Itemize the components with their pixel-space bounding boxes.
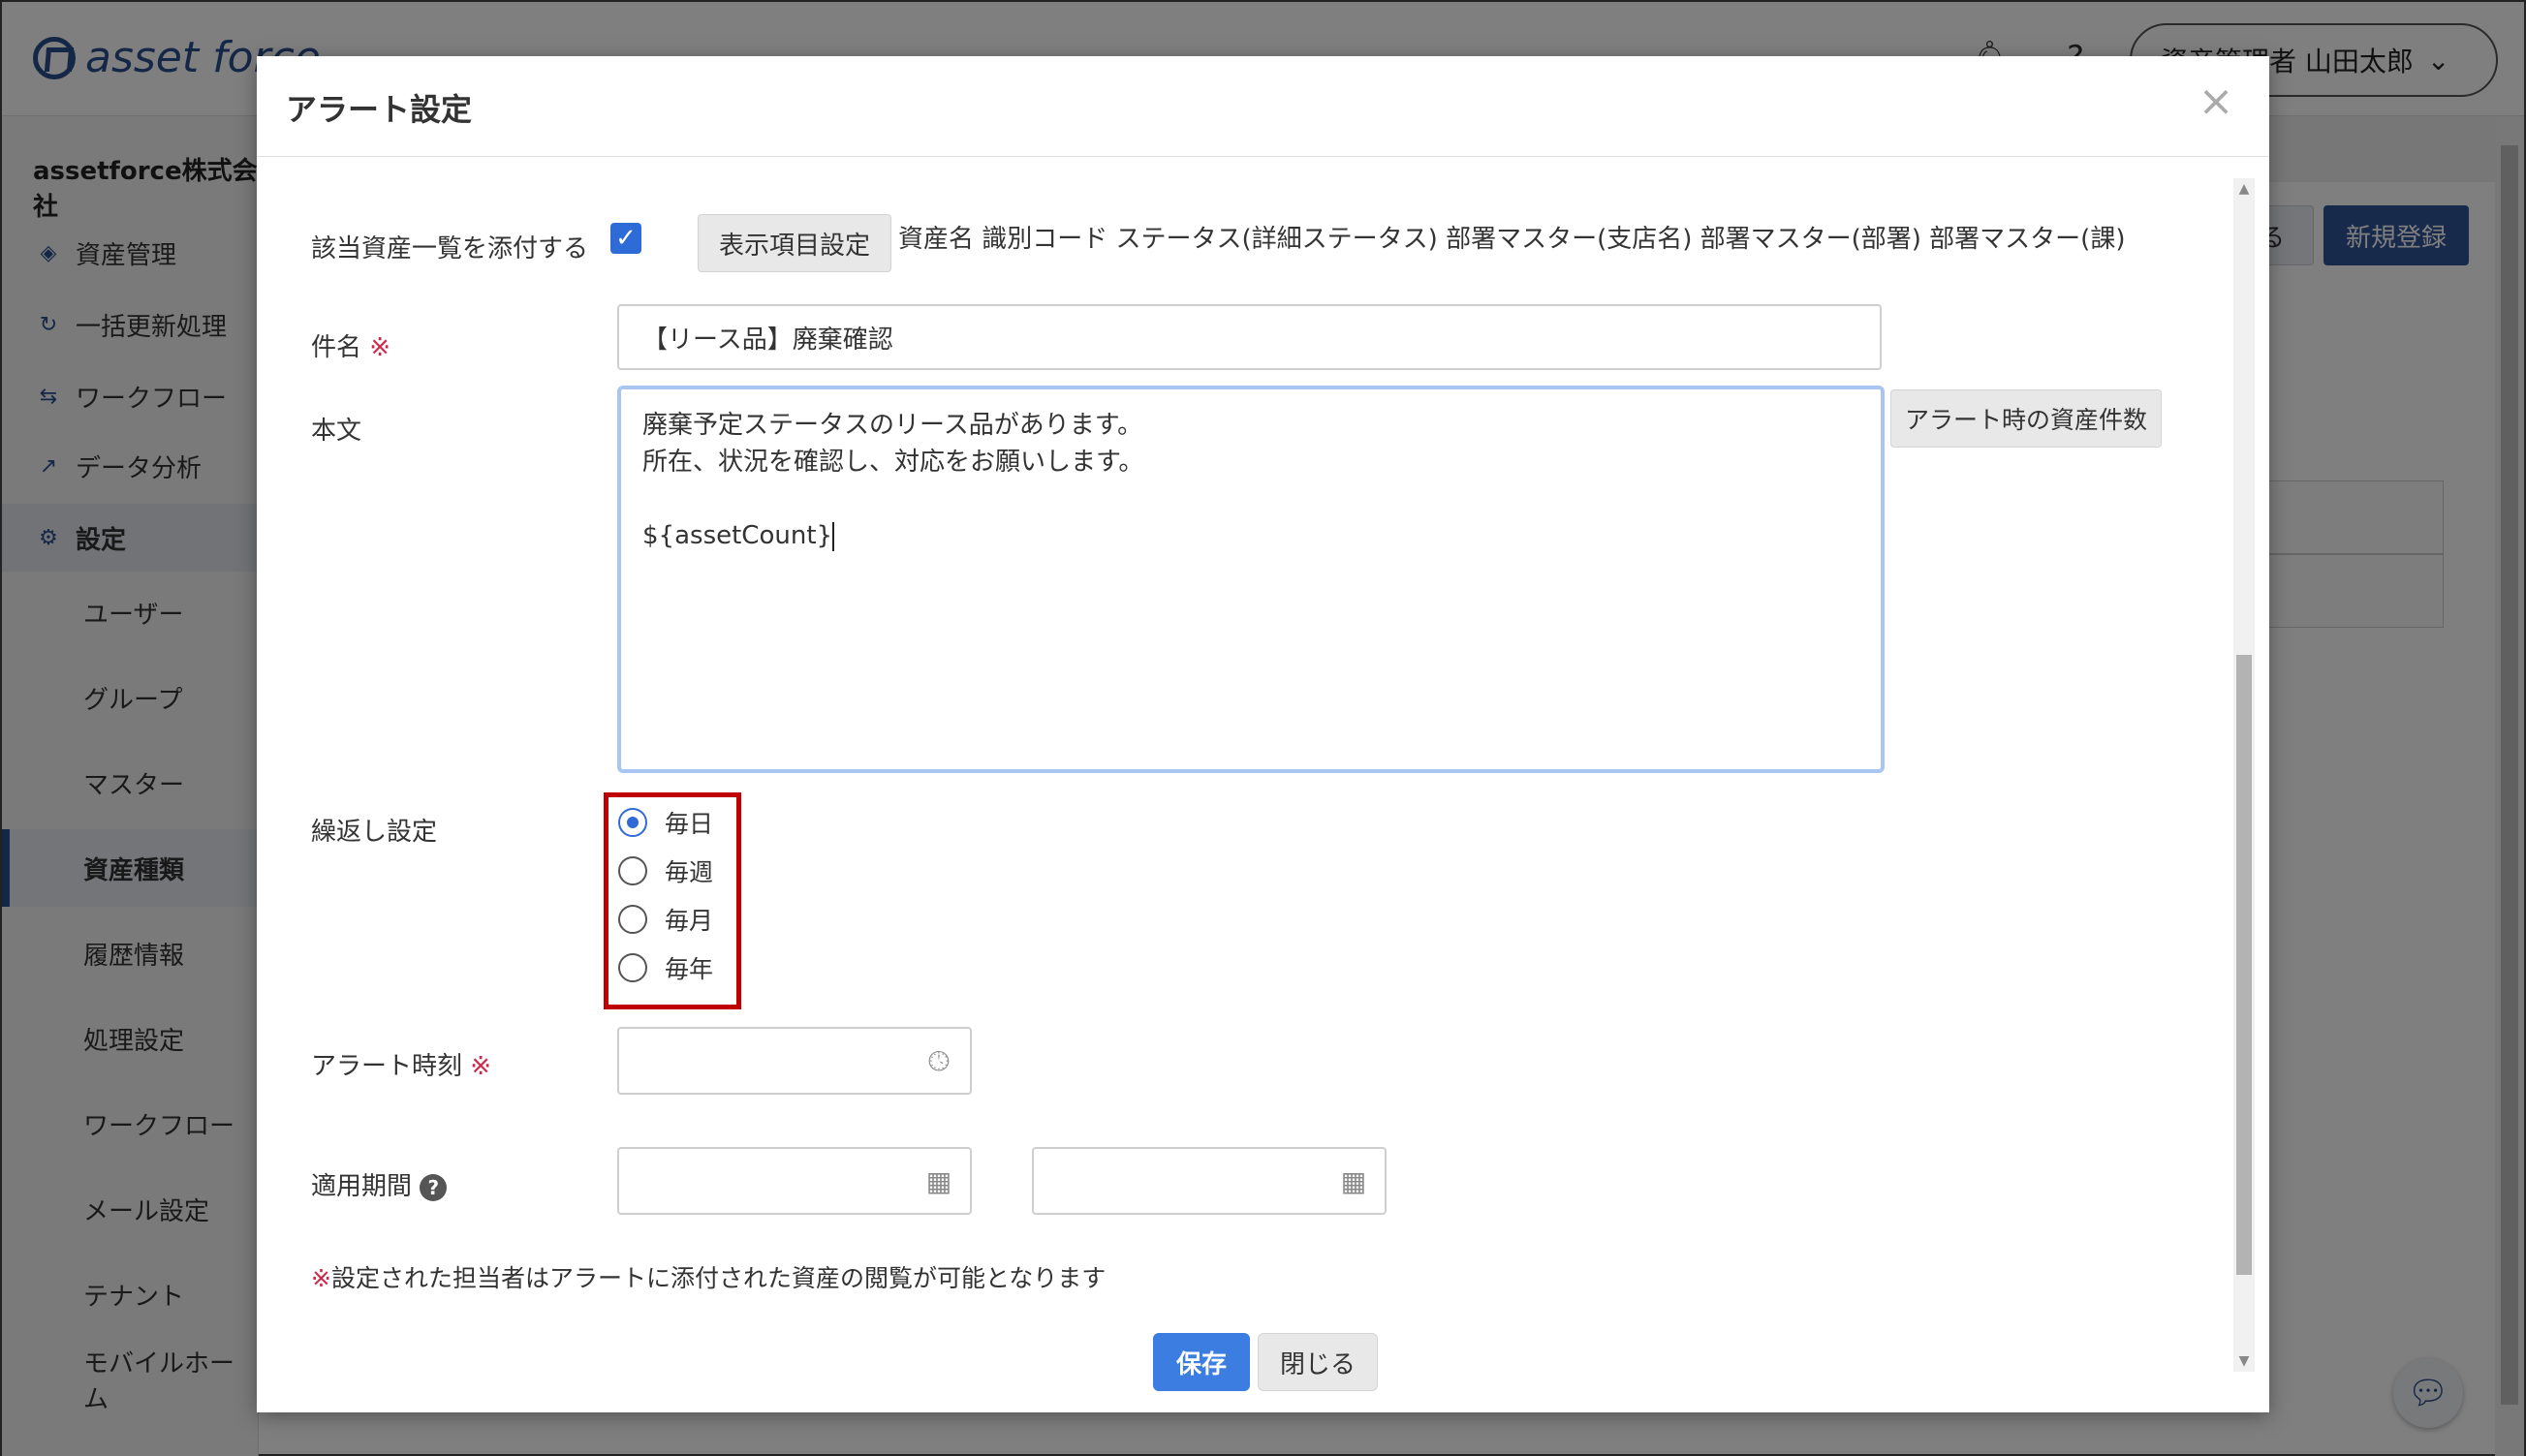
radio-button[interactable]	[618, 856, 647, 885]
subject-label: 件名 ※	[311, 327, 390, 363]
save-button[interactable]: 保存	[1153, 1333, 1250, 1391]
help-icon[interactable]: ?	[420, 1173, 448, 1201]
alert-settings-dialog: アラート設定 × 該当資産一覧を添付する ✓ 表示項目設定 資産名 識別コード …	[257, 56, 2269, 1412]
repeat-radio-group: 毎日 毎週 毎月 毎年	[604, 792, 741, 1009]
repeat-label: 繰返し設定	[311, 818, 438, 847]
repeat-option-monthly[interactable]: 毎月	[618, 902, 713, 937]
scroll-up-icon[interactable]: ▲	[2233, 178, 2255, 200]
dialog-header: アラート設定 ×	[257, 56, 2269, 157]
calendar-icon[interactable]: ▦	[1338, 1166, 1369, 1197]
note-text: 設定された担当者はアラートに添付された資産の閲覧が可能となります	[330, 1264, 1107, 1292]
repeat-option-daily[interactable]: 毎日	[618, 805, 713, 840]
radio-label: 毎日	[665, 810, 714, 838]
required-mark: ※	[369, 333, 391, 362]
close-icon[interactable]: ×	[2192, 77, 2240, 126]
display-items-list: 資産名 識別コード ステータス(詳細ステータス) 部署マスター(支店名) 部署マ…	[898, 225, 2126, 254]
dialog-scrollbar[interactable]: ▲ ▼	[2233, 178, 2255, 1372]
radio-label: 毎年	[665, 955, 714, 983]
dialog-title: アラート設定	[286, 91, 473, 128]
radio-button[interactable]	[618, 905, 647, 934]
radio-button[interactable]	[618, 808, 647, 837]
alert-time-input[interactable]: 🕓︎	[617, 1027, 972, 1095]
body-line: 所在、状況を確認し、対応をお願いします。	[642, 448, 1144, 477]
calendar-icon[interactable]: ▦	[923, 1166, 954, 1197]
radio-button[interactable]	[618, 953, 647, 982]
clock-icon[interactable]: 🕓︎	[923, 1046, 954, 1077]
body-line: 廃棄予定ステータスのリース品があります。	[642, 411, 1143, 440]
insert-asset-count-button[interactable]: アラート時の資産件数	[1890, 389, 2162, 448]
body-label: 本文	[311, 417, 362, 446]
alert-time-label: アラート時刻 ※	[311, 1046, 491, 1082]
scrollbar-thumb[interactable]	[2236, 655, 2252, 1275]
body-line: ${assetCount}	[642, 521, 833, 550]
display-items-settings-button[interactable]: 表示項目設定	[698, 214, 891, 272]
radio-label: 毎週	[665, 858, 714, 886]
subject-label-text: 件名	[311, 333, 362, 362]
period-start-input[interactable]: ▦	[617, 1147, 972, 1215]
scroll-down-icon[interactable]: ▼	[2233, 1350, 2255, 1372]
period-label: 適用期間 ?	[311, 1166, 448, 1202]
subject-input[interactable]: 【リース品】廃棄確認	[617, 304, 1882, 370]
period-label-text: 適用期間	[311, 1172, 413, 1201]
attachment-note: ※設定された担当者はアラートに添付された資産の閲覧が可能となります	[311, 1259, 1106, 1294]
attach-list-label: 該当資産一覧を添付する	[311, 234, 589, 263]
body-textarea[interactable]: 廃棄予定ステータスのリース品があります。 所在、状況を確認し、対応をお願いします…	[617, 386, 1885, 773]
required-mark: ※	[470, 1052, 492, 1081]
period-end-input[interactable]: ▦	[1032, 1147, 1387, 1215]
repeat-option-weekly[interactable]: 毎週	[618, 853, 713, 888]
radio-label: 毎月	[665, 907, 714, 935]
attach-list-checkbox[interactable]: ✓	[610, 223, 641, 254]
alert-time-label-text: アラート時刻	[311, 1052, 463, 1081]
repeat-option-yearly[interactable]: 毎年	[618, 950, 713, 985]
note-mark: ※	[311, 1264, 331, 1292]
text-caret	[832, 521, 835, 551]
close-button[interactable]: 閉じる	[1258, 1333, 1378, 1391]
